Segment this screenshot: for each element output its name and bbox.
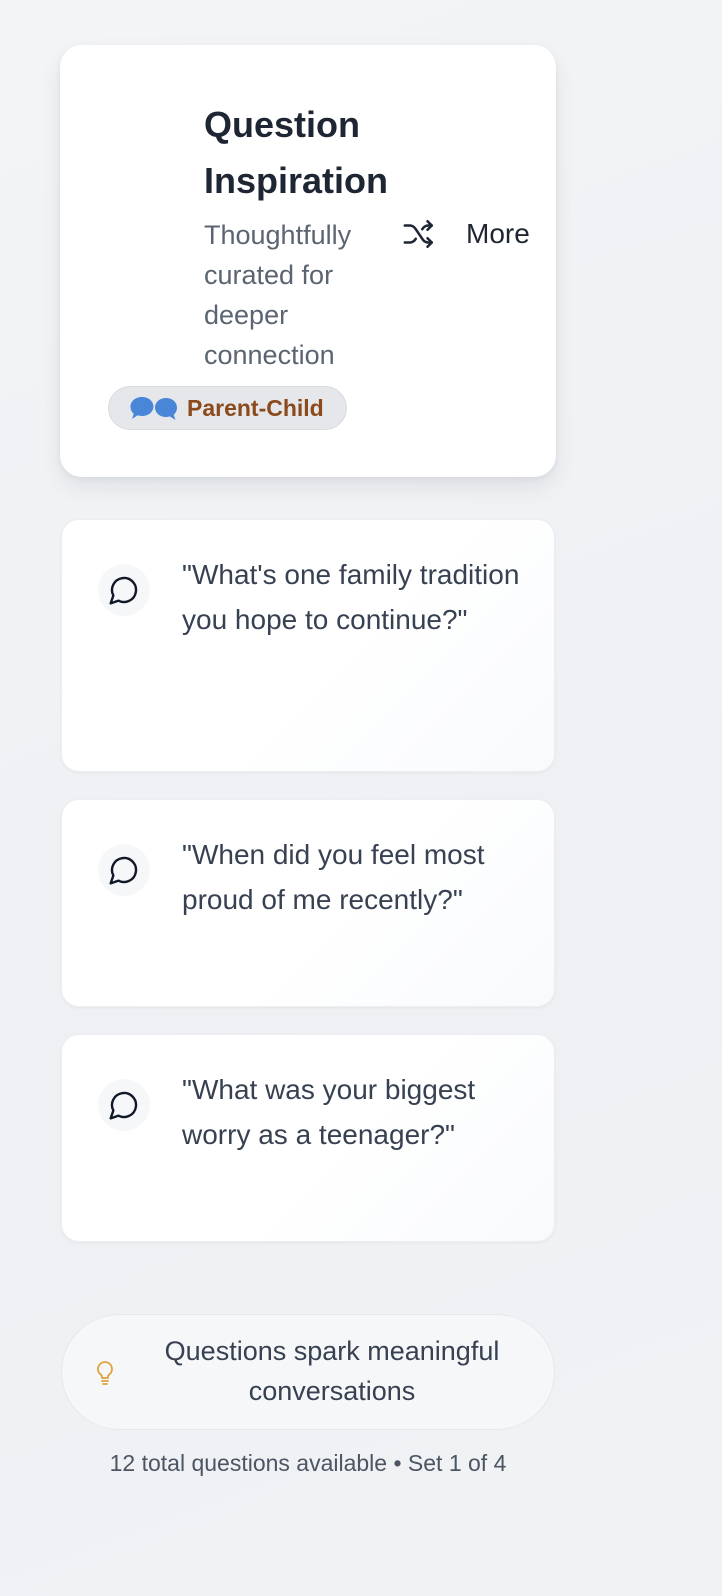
question-text: "What was your biggest worry as a teenag… — [182, 1074, 476, 1150]
question-icon-wrap — [98, 844, 150, 896]
category-badge-label: Parent-Child — [187, 394, 324, 421]
footer-status: 12 total questions available • Set 1 of … — [109, 1450, 507, 1476]
speech-bubbles-icon — [130, 397, 177, 420]
chat-bubble-icon — [109, 1091, 138, 1120]
more-button-label: More — [466, 218, 530, 249]
question-card[interactable]: "What's one family tradition you hope to… — [61, 519, 555, 772]
page-subtitle: Thoughtfully curated for deeper connecti… — [204, 220, 352, 370]
category-badge: Parent-Child — [108, 386, 347, 430]
header-card: Question Inspiration Thoughtfully curate… — [60, 45, 556, 477]
chat-bubble-icon — [109, 856, 138, 885]
question-icon-wrap — [98, 564, 150, 616]
question-text: "What's one family tradition you hope to… — [182, 559, 520, 635]
chat-bubble-icon — [109, 576, 138, 605]
question-icon-wrap — [98, 1079, 150, 1131]
tip-text: Questions spark meaningful conversations — [164, 1336, 500, 1406]
shuffle-icon — [403, 219, 434, 249]
question-card[interactable]: "What was your biggest worry as a teenag… — [61, 1034, 555, 1242]
tip-banner: Questions spark meaningful conversations — [61, 1314, 555, 1430]
lightbulb-icon — [97, 1361, 113, 1385]
question-text: "When did you feel most proud of me rece… — [182, 839, 485, 915]
question-card[interactable]: "When did you feel most proud of me rece… — [61, 799, 555, 1007]
more-questions-button[interactable]: More — [402, 211, 530, 257]
page-title: Question Inspiration — [204, 104, 389, 201]
